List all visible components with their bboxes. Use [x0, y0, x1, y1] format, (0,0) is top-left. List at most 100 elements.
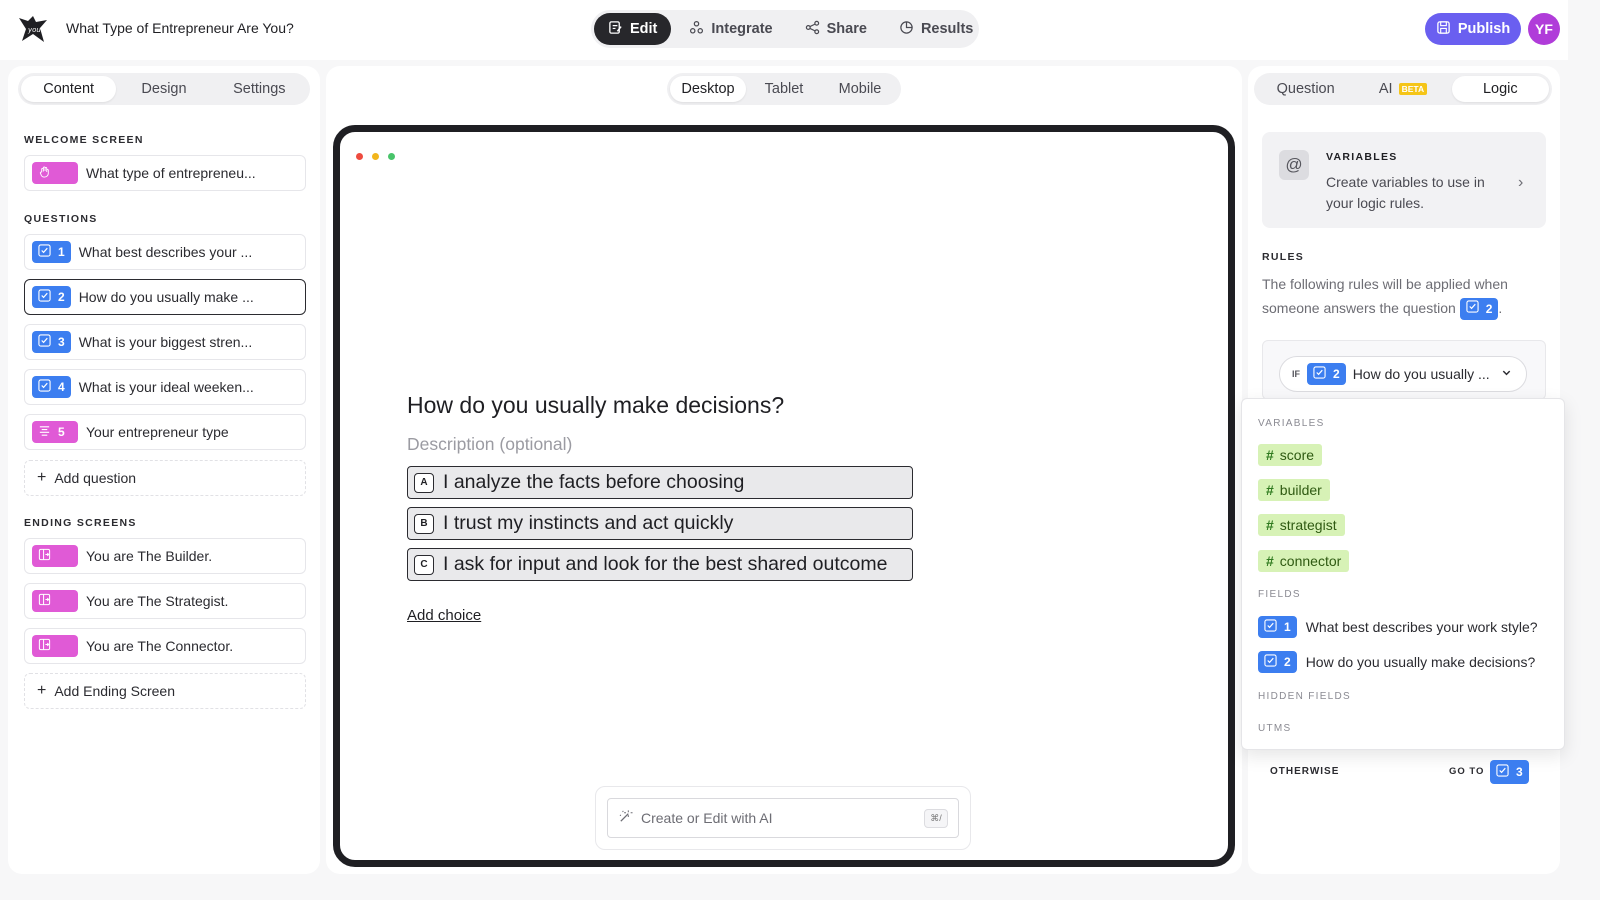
- rules-question-badge: 2: [1459, 298, 1499, 321]
- dropdown-variables-label: VARIABLES: [1258, 418, 1325, 429]
- form-title[interactable]: What Type of Entrepreneur Are You?: [66, 20, 294, 36]
- question-number: 2: [1485, 302, 1493, 317]
- question-item-2[interactable]: 2 How do you usually make ...: [24, 279, 306, 315]
- tab-tablet[interactable]: Tablet: [746, 76, 822, 102]
- questions-label: QUESTIONS: [24, 213, 98, 225]
- tab-question[interactable]: Question: [1257, 76, 1354, 102]
- variable-name: connector: [1279, 553, 1342, 569]
- hash-icon: #: [1266, 447, 1274, 463]
- add-choice-link[interactable]: Add choice: [407, 607, 481, 624]
- variable-option-strategist[interactable]: # strategist: [1258, 514, 1345, 536]
- ending-text-1: You are The Builder.: [86, 548, 213, 564]
- publish-icon: [1436, 20, 1451, 39]
- ending-item-3[interactable]: You are The Connector.: [24, 628, 306, 664]
- hash-icon: #: [1266, 482, 1274, 498]
- variable-name: score: [1279, 447, 1315, 463]
- checkbox-icon: [1264, 619, 1277, 635]
- variable-name: strategist: [1279, 517, 1337, 533]
- welcome-badge: [32, 162, 78, 184]
- choice-c[interactable]: C I ask for input and look for the best …: [407, 548, 913, 581]
- question-badge-4: 4: [32, 376, 71, 398]
- ending-item-2[interactable]: You are The Strategist.: [24, 583, 306, 619]
- field-badge: 2: [1258, 651, 1297, 673]
- tab-edit-label: Edit: [630, 21, 658, 37]
- variable-option-score[interactable]: # score: [1258, 444, 1323, 466]
- avatar[interactable]: YF: [1528, 13, 1560, 45]
- tab-share-label: Share: [826, 21, 867, 37]
- if-label: IF: [1292, 369, 1300, 379]
- logo-icon[interactable]: you: [16, 12, 50, 46]
- variables-description: Create variables to use in your logic ru…: [1326, 174, 1485, 211]
- dropdown-fields-label: FIELDS: [1258, 589, 1301, 600]
- ai-input[interactable]: Create or Edit with AI ⌘/: [607, 798, 959, 838]
- question-item-3[interactable]: 3 What is your biggest stren...: [24, 324, 306, 360]
- keyboard-shortcut: ⌘/: [924, 809, 948, 828]
- field-option-1[interactable]: 1 What best describes your work style?: [1258, 616, 1538, 638]
- tab-results[interactable]: Results: [885, 13, 987, 45]
- welcome-screen-label: WELCOME SCREEN: [24, 134, 144, 146]
- question-number: 1: [58, 245, 65, 259]
- add-ending-screen-button[interactable]: + Add Ending Screen: [24, 673, 306, 709]
- question-text-5: Your entrepreneur type: [86, 424, 229, 440]
- rules-description: The following rules will be applied when…: [1262, 272, 1552, 321]
- choice-text: I trust my instincts and act quickly: [443, 512, 734, 534]
- welcome-screen-text: What type of entrepreneu...: [86, 165, 256, 181]
- ending-item-1[interactable]: You are The Builder.: [24, 538, 306, 574]
- ending-badge: [32, 545, 78, 567]
- tab-share[interactable]: Share: [791, 13, 881, 45]
- question-title[interactable]: How do you usually make decisions?: [407, 392, 784, 419]
- tab-ai-label: AI: [1378, 81, 1393, 97]
- field-option-2[interactable]: 2 How do you usually make decisions?: [1258, 651, 1535, 673]
- publish-button[interactable]: Publish: [1425, 13, 1521, 45]
- tab-logic[interactable]: Logic: [1451, 76, 1549, 102]
- checkbox-icon: [1496, 764, 1509, 780]
- edit-icon: [608, 20, 623, 39]
- description-input[interactable]: Description (optional): [407, 434, 572, 455]
- add-question-button[interactable]: + Add question: [24, 460, 306, 496]
- choice-key: C: [414, 554, 434, 575]
- welcome-screen-item[interactable]: What type of entrepreneu...: [24, 155, 306, 191]
- left-panel-tabs: Content Design Settings: [18, 73, 310, 105]
- tab-integrate[interactable]: Integrate: [675, 13, 786, 45]
- tab-settings[interactable]: Settings: [212, 76, 307, 102]
- chevron-down-icon: [1501, 365, 1512, 383]
- question-text-1: What best describes your ...: [78, 244, 253, 260]
- choice-a[interactable]: A I analyze the facts before choosing: [407, 466, 913, 499]
- hash-icon: #: [1266, 517, 1274, 533]
- field-dropdown-menu: VARIABLES # score # builder # strategist # c…: [1241, 398, 1565, 750]
- choice-key: B: [414, 513, 434, 534]
- right-panel-tabs: Question AI BETA Logic: [1254, 73, 1552, 105]
- add-question-label: Add question: [54, 470, 137, 486]
- exit-icon: [38, 548, 51, 564]
- ending-screens-label: ENDING SCREENS: [24, 517, 137, 529]
- plus-icon: +: [37, 682, 47, 699]
- variables-title: VARIABLES: [1326, 151, 1398, 163]
- tab-mobile[interactable]: Mobile: [822, 76, 898, 102]
- otherwise-label: OTHERWISE: [1270, 766, 1340, 777]
- tab-content[interactable]: Content: [21, 76, 117, 102]
- question-item-5[interactable]: 5 Your entrepreneur type: [24, 414, 306, 450]
- tab-desktop[interactable]: Desktop: [670, 76, 746, 102]
- goto-question-select[interactable]: 3: [1490, 760, 1529, 784]
- question-item-4[interactable]: 4 What is your ideal weeken...: [24, 369, 306, 405]
- add-ending-label: Add Ending Screen: [54, 683, 175, 699]
- checkbox-icon: [38, 289, 51, 305]
- variable-option-builder[interactable]: # builder: [1258, 479, 1330, 501]
- variables-card[interactable]: @ VARIABLES Create variables to use in y…: [1262, 132, 1546, 228]
- variable-option-connector[interactable]: # connector: [1258, 550, 1350, 572]
- choice-b[interactable]: B I trust my instincts and act quickly: [407, 507, 913, 540]
- question-badge-1: 1: [32, 241, 71, 263]
- if-condition-select[interactable]: IF 2 How do you usually ...: [1279, 356, 1527, 392]
- tab-edit[interactable]: Edit: [594, 13, 672, 45]
- question-badge-2: 2: [32, 286, 71, 308]
- tab-ai[interactable]: AI BETA: [1354, 76, 1451, 102]
- question-item-1[interactable]: 1 What best describes your ...: [24, 234, 306, 270]
- tab-design[interactable]: Design: [116, 76, 211, 102]
- exit-icon: [38, 638, 51, 654]
- publish-label: Publish: [1457, 21, 1511, 37]
- question-number: 4: [58, 380, 65, 394]
- question-number: 2: [1333, 367, 1340, 381]
- ai-placeholder: Create or Edit with AI: [641, 810, 773, 826]
- chevron-right-icon: ›: [1518, 174, 1524, 191]
- question-text-2: How do you usually make ...: [78, 289, 254, 305]
